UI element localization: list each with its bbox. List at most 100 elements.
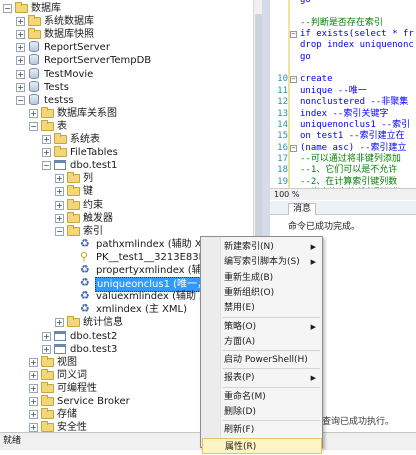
fold-toggle-icon[interactable]: − bbox=[290, 31, 297, 39]
collapse-icon[interactable]: − bbox=[55, 226, 64, 236]
expand-icon[interactable]: + bbox=[55, 318, 64, 328]
code-text: create bbox=[300, 74, 333, 85]
line-number: 15 bbox=[277, 131, 288, 142]
line-number: 10 bbox=[277, 74, 288, 85]
tree-node-label: 约束 bbox=[83, 199, 103, 211]
menu-item[interactable]: 禁用(E) bbox=[202, 300, 322, 316]
folder-icon bbox=[67, 316, 80, 328]
expand-icon[interactable]: + bbox=[16, 82, 25, 92]
folder-icon bbox=[41, 119, 54, 132]
expand-icon[interactable]: + bbox=[29, 108, 38, 118]
expand-icon[interactable]: + bbox=[55, 187, 64, 197]
expand-icon[interactable]: + bbox=[29, 357, 38, 367]
line-number: 13 bbox=[277, 108, 288, 119]
index-icon: ♻ bbox=[80, 276, 90, 290]
expand-icon[interactable]: + bbox=[42, 331, 51, 341]
line-number: 18 bbox=[277, 165, 288, 176]
expand-icon[interactable]: + bbox=[16, 17, 25, 27]
tree-node-label: 统计信息 bbox=[83, 317, 123, 329]
query-editor[interactable]: go --判断是否存在索引 − if exists(select * fr drop i… bbox=[270, 0, 416, 195]
collapse-icon[interactable]: − bbox=[3, 4, 12, 13]
folder-icon bbox=[67, 211, 80, 224]
menu-item-label: 刷新(F) bbox=[224, 425, 255, 436]
menu-item[interactable]: 方面(A) bbox=[202, 334, 322, 350]
line-number: 12 bbox=[277, 97, 288, 108]
tree-node-label: xmlindex (主 XML) bbox=[96, 304, 188, 316]
code-text: uniquenonclus1 --索引 bbox=[300, 119, 411, 130]
code-text: --2、在计算索引键列数 bbox=[300, 176, 398, 187]
menu-item-label: 启动 PowerShell(H) bbox=[224, 355, 308, 366]
tab-messages[interactable]: 消息 bbox=[288, 203, 317, 215]
expand-icon[interactable]: + bbox=[29, 423, 38, 432]
code-text: unique --唯一 bbox=[300, 85, 367, 96]
code-text: go bbox=[300, 51, 311, 62]
menu-item[interactable]: 重新生成(B) bbox=[202, 270, 322, 286]
expand-icon[interactable]: + bbox=[29, 410, 38, 420]
zoom-level[interactable]: 100 % bbox=[274, 189, 299, 200]
code-text: nonclustered --非聚集 bbox=[300, 97, 409, 108]
menu-item[interactable]: 重新组织(O) bbox=[202, 285, 322, 301]
line-number: 17 bbox=[277, 153, 288, 164]
submenu-arrow-icon: ▶ bbox=[310, 243, 316, 251]
code-text: --1、它们可以是不允许 bbox=[300, 165, 398, 176]
code-text: on test1 --索引建立在 bbox=[300, 131, 405, 142]
tree-node-label: Tests bbox=[44, 81, 69, 93]
zoom-bar: 100 % bbox=[270, 188, 416, 200]
menu-item[interactable]: 属性(R) bbox=[202, 437, 322, 454]
expand-icon[interactable]: + bbox=[42, 135, 51, 144]
context-menu: 新建索引(N) ▶ 编写索引脚本为(S) ▶ 重新生成(B) 重新组织(O) 禁用(E) 策略… bbox=[200, 236, 323, 454]
expand-icon[interactable]: + bbox=[29, 370, 38, 380]
table-icon bbox=[54, 343, 67, 355]
menu-item-label: 重新组织(O) bbox=[224, 287, 275, 298]
menu-item[interactable]: 新建索引(N) ▶ bbox=[202, 239, 322, 255]
tree-node-label: 触发器 bbox=[83, 212, 113, 224]
menu-item-label: 删除(D) bbox=[224, 407, 256, 417]
menu-item-label: 方面(A) bbox=[224, 336, 256, 347]
expand-icon[interactable]: + bbox=[16, 30, 25, 40]
tree-node-label: pathxmlindex (辅助 XML bbox=[96, 238, 216, 250]
tree-node-label: testss bbox=[44, 94, 74, 106]
primary-key-icon: ⚲ bbox=[80, 249, 89, 263]
expand-icon[interactable]: + bbox=[55, 213, 64, 223]
menu-item[interactable]: 策略(O) ▶ bbox=[202, 319, 322, 335]
code-text: go bbox=[300, 0, 311, 5]
submenu-arrow-icon: ▶ bbox=[310, 322, 316, 331]
menu-item[interactable]: 编写索引脚本为(S) ▶ bbox=[202, 254, 322, 270]
tree-node-label: 表 bbox=[57, 120, 67, 132]
expand-icon[interactable]: + bbox=[16, 43, 25, 53]
menu-item-label: 禁用(E) bbox=[224, 303, 255, 314]
menu-item-label: 重命名(M) bbox=[224, 391, 266, 402]
menu-item[interactable]: 启动 PowerShell(H) bbox=[202, 352, 322, 368]
folder-icon bbox=[67, 185, 80, 197]
collapse-icon[interactable]: − bbox=[16, 95, 25, 105]
expand-icon[interactable]: + bbox=[29, 397, 38, 406]
database-icon bbox=[28, 80, 41, 93]
collapse-icon[interactable]: − bbox=[29, 121, 38, 131]
tree-node-label: 安全性 bbox=[57, 422, 87, 432]
folder-icon bbox=[41, 355, 54, 368]
fold-toggle-icon[interactable]: − bbox=[290, 144, 297, 152]
menu-item[interactable]: 重命名(M) bbox=[202, 389, 322, 405]
expand-icon[interactable]: + bbox=[42, 344, 51, 354]
menu-item[interactable]: 报表(P) ▶ bbox=[202, 370, 322, 386]
tree-node-label: 索引 bbox=[83, 225, 103, 237]
table-icon bbox=[54, 159, 67, 171]
collapse-icon[interactable]: − bbox=[42, 161, 51, 171]
expand-icon[interactable]: + bbox=[29, 383, 38, 393]
menu-item-label: 新建索引(N) bbox=[224, 242, 274, 252]
folder-icon bbox=[28, 15, 41, 27]
index-icon: ♻ bbox=[80, 302, 90, 316]
expand-icon[interactable]: + bbox=[16, 69, 25, 79]
fold-toggle-icon[interactable]: − bbox=[290, 76, 297, 84]
expand-icon[interactable]: + bbox=[16, 56, 25, 66]
menu-item[interactable]: 刷新(F) bbox=[202, 422, 322, 438]
expand-icon[interactable]: + bbox=[42, 148, 51, 158]
folder-icon bbox=[67, 172, 80, 184]
folder-icon bbox=[67, 198, 80, 211]
submenu-arrow-icon: ▶ bbox=[310, 258, 316, 267]
expand-icon[interactable]: + bbox=[55, 200, 64, 210]
database-icon bbox=[28, 93, 41, 106]
expand-icon[interactable]: + bbox=[55, 174, 64, 184]
menu-item[interactable]: 删除(D) bbox=[202, 404, 322, 420]
database-icon bbox=[28, 67, 41, 80]
